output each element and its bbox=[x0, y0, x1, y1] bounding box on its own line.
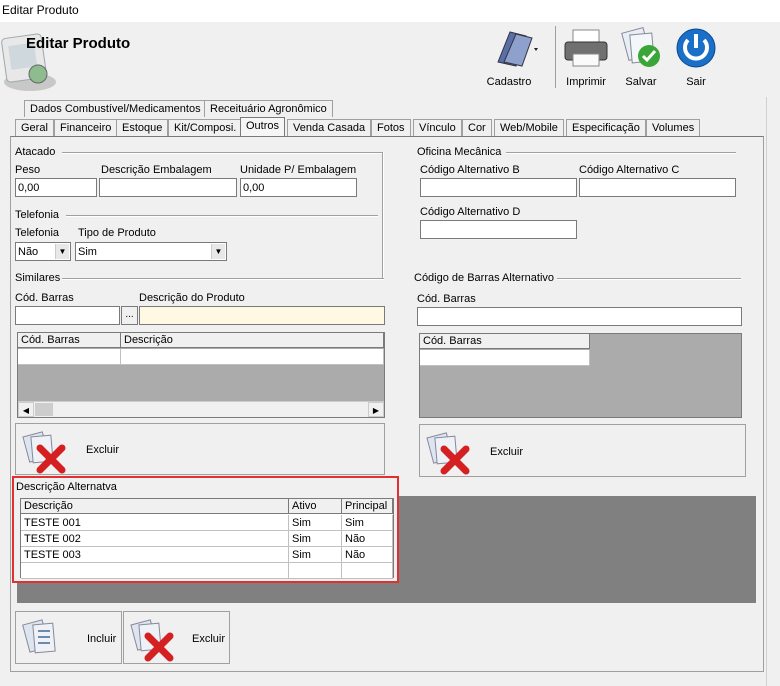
window-right-edge bbox=[766, 97, 780, 686]
tipo-produto-select[interactable]: Sim ▼ bbox=[75, 242, 227, 261]
telefonia-select-value: Não bbox=[18, 246, 39, 258]
tab-financeiro[interactable]: Financeiro bbox=[54, 119, 118, 136]
peso-label: Peso bbox=[15, 164, 41, 176]
codigo-c-input[interactable] bbox=[579, 178, 736, 197]
sair-label: Sair bbox=[686, 76, 706, 88]
codigo-d-label: Código Alternativo D bbox=[420, 206, 521, 218]
column-divider bbox=[382, 152, 384, 280]
table-row[interactable] bbox=[121, 349, 384, 365]
similares-group-label: Similares bbox=[15, 272, 61, 284]
barras-alt-group-label: Código de Barras Alternativo bbox=[414, 272, 555, 284]
barras-alt-cod-label: Cód. Barras bbox=[417, 293, 476, 305]
cadastro-icon bbox=[497, 31, 538, 67]
tab-web-mobile[interactable]: Web/Mobile bbox=[494, 119, 564, 136]
table-row[interactable] bbox=[18, 349, 121, 365]
telefonia-select[interactable]: Não ▼ bbox=[15, 242, 71, 261]
atacado-divider bbox=[62, 152, 382, 154]
cadastro-button[interactable]: Cadastro bbox=[480, 26, 550, 90]
table-row[interactable] bbox=[420, 350, 590, 366]
window-titlebar: Editar Produto bbox=[0, 0, 780, 22]
telefonia-divider bbox=[66, 215, 378, 217]
similares-excluir-label: Excluir bbox=[86, 444, 120, 456]
telefonia-label: Telefonia bbox=[15, 227, 60, 239]
incluir-button[interactable]: Incluir bbox=[15, 611, 122, 664]
similares-hscrollbar[interactable]: ◀ ▶ bbox=[18, 401, 384, 417]
printer-icon bbox=[564, 29, 608, 67]
tipo-produto-select-value: Sim bbox=[78, 246, 97, 258]
oficina-group-label: Oficina Mecânica bbox=[417, 146, 502, 158]
highlight-box bbox=[12, 476, 399, 583]
imprimir-label: Imprimir bbox=[566, 76, 606, 88]
tab-dados-combustivel[interactable]: Dados Combustível/Medicamentos bbox=[24, 100, 207, 117]
grid-header-descricao[interactable]: Descrição bbox=[121, 333, 384, 348]
oficina-divider bbox=[506, 152, 736, 154]
barras-alt-excluir-button[interactable]: Excluir bbox=[419, 424, 746, 477]
salvar-icon bbox=[621, 27, 660, 67]
codigo-b-input[interactable] bbox=[420, 178, 577, 197]
atacado-group-label: Atacado bbox=[15, 146, 56, 158]
tab-kit[interactable]: Kit/Composi. bbox=[168, 119, 243, 136]
imprimir-button[interactable]: Imprimir bbox=[560, 26, 612, 90]
grid-header-cod-barras[interactable]: Cód. Barras bbox=[18, 333, 121, 348]
codigo-c-label: Código Alternativo C bbox=[579, 164, 680, 176]
codigo-d-input[interactable] bbox=[420, 220, 577, 239]
delete-icon bbox=[22, 431, 66, 474]
codigo-b-label: Código Alternativo B bbox=[420, 164, 520, 176]
similares-descricao-input bbox=[139, 306, 385, 325]
chevron-down-icon: ▼ bbox=[55, 244, 69, 259]
tab-outros[interactable]: Outros bbox=[240, 117, 286, 137]
descricao-embalagem-label: Descrição Embalagem bbox=[101, 164, 212, 176]
descricao-embalagem-input[interactable] bbox=[99, 178, 237, 197]
salvar-button[interactable]: Salvar bbox=[617, 26, 665, 90]
similares-cod-barras-label: Cód. Barras bbox=[15, 292, 74, 304]
tab-vinculo[interactable]: Vínculo bbox=[413, 119, 462, 136]
tab-especificacao[interactable]: Especificação bbox=[566, 119, 646, 136]
tab-volumes[interactable]: Volumes bbox=[646, 119, 701, 136]
page-title: Editar Produto bbox=[26, 35, 131, 52]
barras-alt-cod-input[interactable] bbox=[417, 307, 742, 326]
tab-geral[interactable]: Geral bbox=[15, 119, 54, 136]
similares-grid[interactable]: Cód. Barras Descrição ◀ ▶ bbox=[17, 332, 385, 418]
barras-alt-grid[interactable]: Cód. Barras bbox=[419, 333, 742, 418]
window-title: Editar Produto bbox=[2, 3, 79, 17]
telefonia-group-label: Telefonia bbox=[15, 209, 60, 221]
chevron-down-icon: ▼ bbox=[211, 244, 225, 259]
scroll-right-icon[interactable]: ▶ bbox=[368, 402, 384, 417]
excluir-label: Excluir bbox=[192, 633, 226, 645]
cadastro-label: Cadastro bbox=[486, 76, 532, 88]
incluir-label: Incluir bbox=[87, 633, 117, 645]
delete-icon bbox=[130, 619, 174, 662]
unidade-embalagem-input[interactable]: 0,00 bbox=[240, 178, 357, 197]
delete-icon bbox=[426, 432, 470, 475]
tipo-produto-label: Tipo de Produto bbox=[78, 227, 156, 239]
barras-alt-excluir-label: Excluir bbox=[490, 446, 524, 458]
similares-divider bbox=[62, 278, 384, 280]
sair-button[interactable]: Sair bbox=[670, 26, 722, 90]
toolbar-separator bbox=[555, 26, 556, 88]
similares-excluir-button[interactable]: Excluir bbox=[15, 423, 385, 475]
similares-search-button[interactable]: ... bbox=[121, 306, 138, 325]
tab-venda-casada[interactable]: Venda Casada bbox=[287, 119, 372, 136]
add-document-icon bbox=[22, 619, 56, 654]
tab-cor[interactable]: Cor bbox=[462, 119, 492, 136]
barras-alt-divider bbox=[557, 278, 741, 280]
similares-cod-barras-input[interactable] bbox=[15, 306, 120, 325]
salvar-label: Salvar bbox=[625, 76, 657, 88]
scroll-thumb[interactable] bbox=[35, 403, 53, 416]
peso-input[interactable]: 0,00 bbox=[15, 178, 97, 197]
tab-receituario[interactable]: Receituário Agronômico bbox=[204, 100, 333, 117]
excluir-button[interactable]: Excluir bbox=[123, 611, 230, 664]
tab-fotos[interactable]: Fotos bbox=[371, 119, 411, 136]
power-icon bbox=[676, 28, 716, 68]
similares-descricao-label: Descrição do Produto bbox=[139, 292, 245, 304]
scroll-left-icon[interactable]: ◀ bbox=[18, 402, 34, 417]
tab-estoque[interactable]: Estoque bbox=[116, 119, 169, 136]
unidade-embalagem-label: Unidade P/ Embalagem bbox=[240, 164, 357, 176]
grid-header-cod-barras[interactable]: Cód. Barras bbox=[420, 334, 590, 349]
